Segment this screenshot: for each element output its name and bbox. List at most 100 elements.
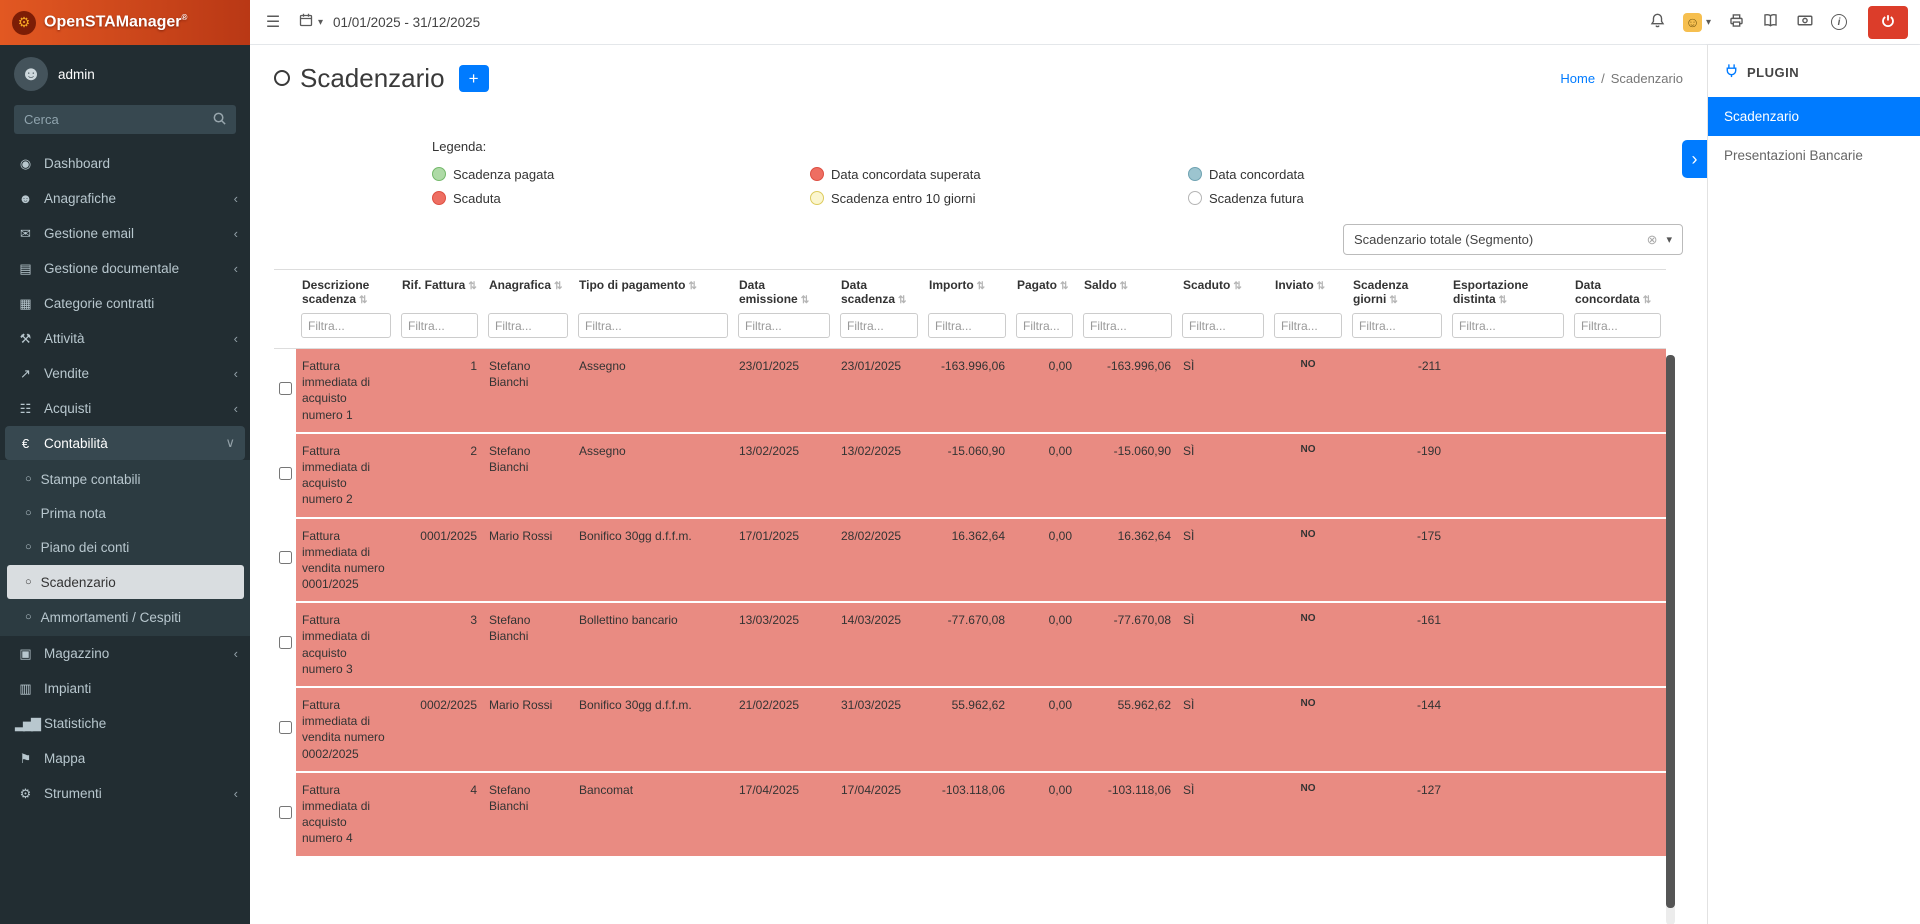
sidebar-item-attivit[interactable]: ⚒Attività‹ — [0, 321, 250, 356]
sidebar-item-anagrafiche[interactable]: ☻Anagrafiche‹ — [0, 181, 250, 216]
sort-icon: ⇅ — [1499, 295, 1507, 306]
segment-selector[interactable]: Scadenzario totale (Segmento) ⊗ ▾ — [1343, 224, 1683, 255]
date-range[interactable]: 01/01/2025 - 31/12/2025 — [333, 15, 480, 30]
table-row[interactable]: Fattura immediata di acquisto numero 44S… — [274, 772, 1666, 857]
sidebar-item-vendite[interactable]: ↗Vendite‹ — [0, 356, 250, 391]
column-header-scaduto[interactable]: Scaduto⇅ — [1177, 270, 1269, 309]
app-logo[interactable]: ⚙ OpenSTAManager® — [0, 0, 250, 45]
print-button[interactable] — [1728, 12, 1745, 32]
scrollbar-thumb[interactable] — [1666, 355, 1675, 908]
filter-input-descrizione-scadenza[interactable] — [301, 313, 391, 338]
sidebar-subitem-label: Stampe contabili — [41, 472, 141, 487]
breadcrumb-current: Scadenzario — [1611, 71, 1683, 86]
sidebar-item-gestione-email[interactable]: ✉Gestione email‹ — [0, 216, 250, 251]
sidebar-item-dashboard[interactable]: ◉Dashboard — [0, 146, 250, 181]
sidebar-subitem-label: Scadenzario — [41, 575, 116, 590]
row-checkbox[interactable] — [279, 721, 292, 734]
row-checkbox[interactable] — [279, 382, 292, 395]
sidebar-subitem-piano-dei-conti[interactable]: ○Piano dei conti — [0, 530, 250, 564]
column-header-scadenza-giorni[interactable]: Scadenza giorni⇅ — [1347, 270, 1447, 309]
sidebar-subitem-prima-nota[interactable]: ○Prima nota — [0, 496, 250, 530]
add-record-button[interactable]: + — [459, 65, 489, 92]
filter-input-esportazione-distinta[interactable] — [1452, 313, 1564, 338]
row-checkbox[interactable] — [279, 467, 292, 480]
sidebar-subitem-scadenzario[interactable]: ○Scadenzario — [7, 565, 244, 599]
filter-input-scaduto[interactable] — [1182, 313, 1264, 338]
plugin-item-scadenzario[interactable]: Scadenzario — [1708, 97, 1920, 136]
column-header-rif-fattura[interactable]: Rif. Fattura⇅ — [396, 270, 483, 309]
filter-cell — [1177, 308, 1269, 349]
period-picker[interactable]: ▾ — [298, 12, 323, 33]
column-header-importo[interactable]: Importo⇅ — [923, 270, 1011, 309]
info-button[interactable]: i — [1831, 14, 1847, 30]
filter-input-data-emissione[interactable] — [738, 313, 830, 338]
filter-input-saldo[interactable] — [1083, 313, 1172, 338]
column-header-label: Data scadenza — [841, 278, 895, 306]
column-header-data-emissione[interactable]: Data emissione⇅ — [733, 270, 835, 309]
column-header-pagato[interactable]: Pagato⇅ — [1011, 270, 1078, 309]
sidebar-item-statistiche[interactable]: ▂▅▇Statistiche — [0, 706, 250, 741]
logout-button[interactable] — [1868, 6, 1908, 39]
cell-saldo: -163.996,06 — [1078, 349, 1177, 433]
sidebar-item-strumenti[interactable]: ⚙Strumenti‹ — [0, 776, 250, 811]
column-header-anagrafica[interactable]: Anagrafica⇅ — [483, 270, 573, 309]
search-button[interactable] — [202, 105, 236, 134]
table-row[interactable]: Fattura immediata di acquisto numero 11S… — [274, 349, 1666, 433]
filter-input-importo[interactable] — [928, 313, 1006, 338]
row-checkbox[interactable] — [279, 636, 292, 649]
filter-cell — [1569, 308, 1666, 349]
search-input[interactable] — [14, 105, 202, 134]
breadcrumb-home-link[interactable]: Home — [1560, 71, 1595, 86]
module-circle-icon — [274, 70, 290, 86]
filter-input-data-concordata[interactable] — [1574, 313, 1661, 338]
docs-button[interactable] — [1762, 12, 1779, 32]
filter-input-data-scadenza[interactable] — [840, 313, 918, 338]
filter-input-rif-fattura[interactable] — [401, 313, 478, 338]
filter-input-anagrafica[interactable] — [488, 313, 568, 338]
clear-icon[interactable]: ⊗ — [1647, 232, 1658, 248]
sidebar-item-impianti[interactable]: ▥Impianti — [0, 671, 250, 706]
filter-input-tipo-di-pagamento[interactable] — [578, 313, 728, 338]
sidebar-item-contabilit[interactable]: €Contabilità∨ — [5, 426, 245, 460]
sidebar-item-magazzino[interactable]: ▣Magazzino‹ — [0, 636, 250, 671]
avatar: ☻ — [14, 57, 48, 91]
filter-empty-cell — [274, 308, 296, 349]
sidebar-item-gestione-documentale[interactable]: ▤Gestione documentale‹ — [0, 251, 250, 286]
sidebar-toggle-button[interactable]: ☰ — [250, 0, 296, 45]
notifications-button[interactable] — [1649, 12, 1666, 32]
sidebar-subitem-stampe-contabili[interactable]: ○Stampe contabili — [0, 462, 250, 496]
table-row[interactable]: Fattura immediata di acquisto numero 33S… — [274, 602, 1666, 687]
column-header-data-scadenza[interactable]: Data scadenza⇅ — [835, 270, 923, 309]
cell-esportazione-distinta — [1447, 433, 1569, 518]
sidebar-subitem-ammortamenti-cespiti[interactable]: ○Ammortamenti / Cespiti — [0, 600, 250, 634]
sidebar-subitem-label: Ammortamenti / Cespiti — [41, 610, 181, 625]
row-checkbox[interactable] — [279, 551, 292, 564]
filter-input-pagato[interactable] — [1016, 313, 1073, 338]
table-row[interactable]: Fattura immediata di acquisto numero 22S… — [274, 433, 1666, 518]
cell-data-emissione: 23/01/2025 — [733, 349, 835, 433]
billing-button[interactable] — [1796, 12, 1814, 32]
column-header-tipo-di-pagamento[interactable]: Tipo di pagamento⇅ — [573, 270, 733, 309]
column-header-saldo[interactable]: Saldo⇅ — [1078, 270, 1177, 309]
column-header-descrizione-scadenza[interactable]: Descrizione scadenza⇅ — [296, 270, 396, 309]
services-status-dropdown[interactable]: ☺ ▾ — [1683, 13, 1711, 32]
plugin-panel-toggle-button[interactable]: › — [1682, 140, 1707, 178]
column-header-data-concordata[interactable]: Data concordata⇅ — [1569, 270, 1666, 309]
tools-icon: ⚒ — [15, 331, 34, 347]
app-logo-text: OpenSTAManager® — [44, 13, 187, 31]
sidebar-item-categorie-contratti[interactable]: ▦Categorie contratti — [0, 286, 250, 321]
filter-input-scadenza-giorni[interactable] — [1352, 313, 1442, 338]
table-row[interactable]: Fattura immediata di vendita numero 0001… — [274, 518, 1666, 603]
legend-title: Legenda: — [432, 139, 1683, 154]
sidebar-item-label: Gestione email — [44, 226, 134, 241]
filter-input-inviato[interactable] — [1274, 313, 1342, 338]
sidebar-item-acquisti[interactable]: ☷Acquisti‹ — [0, 391, 250, 426]
row-checkbox[interactable] — [279, 806, 292, 819]
sidebar-item-label: Strumenti — [44, 786, 102, 801]
column-header-esportazione-distinta[interactable]: Esportazione distinta⇅ — [1447, 270, 1569, 309]
chevron-left-icon: ‹ — [234, 401, 238, 416]
plugin-item-presentazioni-bancarie[interactable]: Presentazioni Bancarie — [1708, 136, 1920, 175]
table-row[interactable]: Fattura immediata di vendita numero 0002… — [274, 687, 1666, 772]
sidebar-item-mappa[interactable]: ⚑Mappa — [0, 741, 250, 776]
column-header-inviato[interactable]: Inviato⇅ — [1269, 270, 1347, 309]
